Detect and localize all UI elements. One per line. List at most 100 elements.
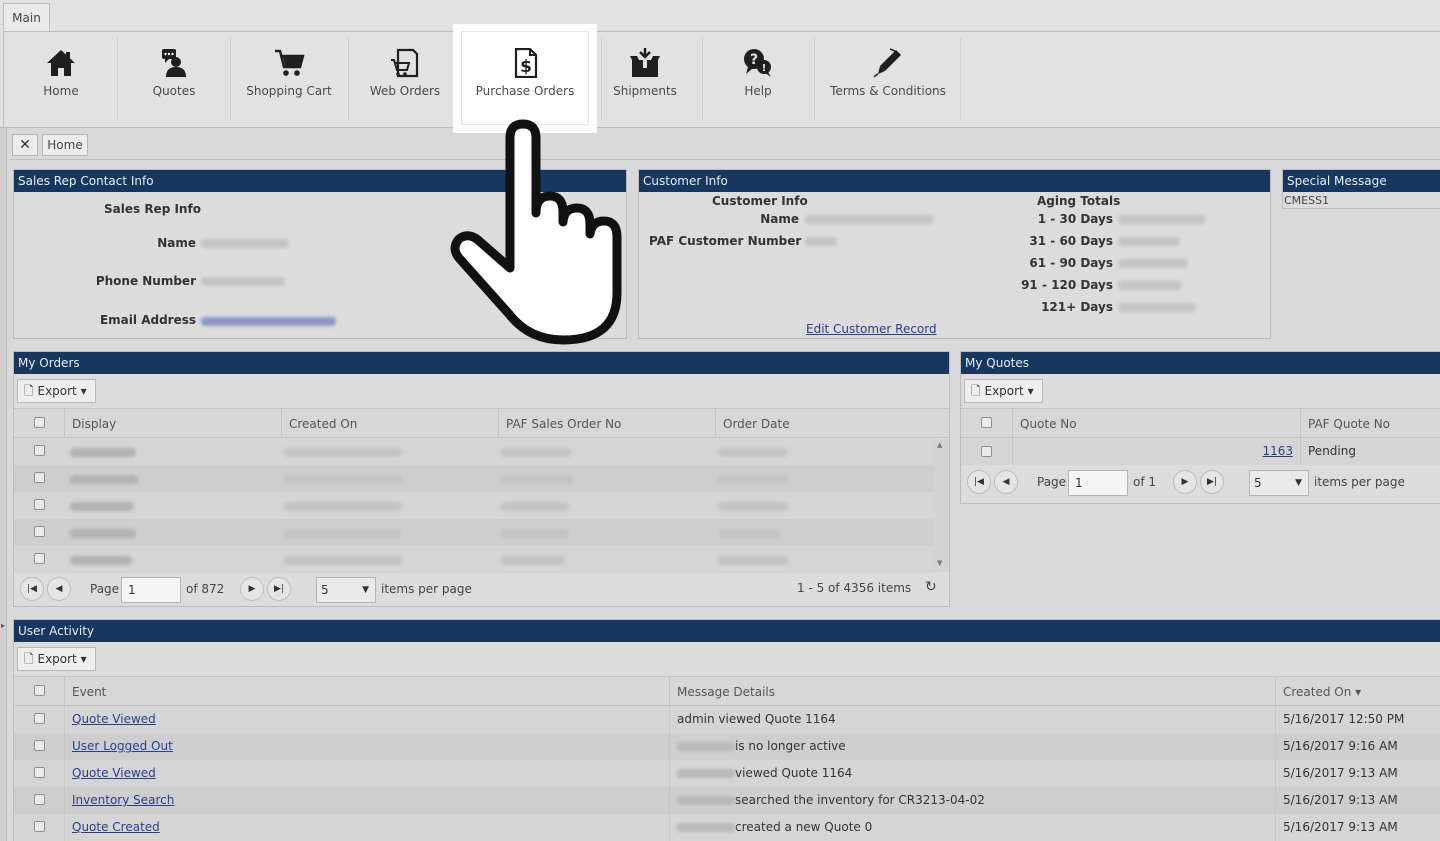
activity-event-link[interactable]: Quote Created xyxy=(72,820,160,834)
sales-rep-heading: Sales Rep Info xyxy=(104,202,201,216)
activity-select-all-checkbox[interactable] xyxy=(34,685,45,696)
customer-name-value xyxy=(805,215,933,224)
quotes-prev-page-button[interactable]: ◀ xyxy=(994,470,1018,494)
ribbon-divider xyxy=(230,38,231,120)
order-display-cell[interactable] xyxy=(70,556,132,565)
row-checkbox[interactable] xyxy=(34,713,45,724)
orders-first-page-button[interactable]: |◀ xyxy=(20,577,44,601)
ribbon-help-button[interactable]: ? ! Help xyxy=(716,36,800,120)
scroll-down-icon[interactable]: ▼ xyxy=(937,559,942,567)
table-row[interactable]: Quote Created created a new Quote 0 5/16/2… xyxy=(14,814,1440,841)
orders-col-paf-sales-order[interactable]: PAF Sales Order No xyxy=(498,409,715,437)
close-tab-button[interactable]: ✕ xyxy=(12,134,38,156)
activity-export-label: Export xyxy=(37,652,77,666)
ribbon-web-orders-button[interactable]: Web Orders xyxy=(360,36,450,120)
row-checkbox[interactable] xyxy=(34,472,45,483)
orders-select-all-checkbox[interactable] xyxy=(34,417,45,428)
row-checkbox[interactable] xyxy=(34,445,45,456)
table-row[interactable]: Inventory Search searched the inventory f… xyxy=(14,787,1440,814)
activity-col-created-on[interactable]: Created On ▾ xyxy=(1275,677,1440,705)
quotes-last-page-button[interactable]: ▶| xyxy=(1200,470,1224,494)
orders-col-created-on[interactable]: Created On xyxy=(281,409,498,437)
row-checkbox[interactable] xyxy=(34,553,45,564)
quotes-first-page-button[interactable]: |◀ xyxy=(967,470,991,494)
ribbon-shopping-cart-button[interactable]: Shopping Cart xyxy=(243,36,335,120)
sales-rep-email-link[interactable] xyxy=(201,317,336,326)
ribbon-purchase-orders-button[interactable]: $ Purchase Orders xyxy=(470,36,580,120)
orders-next-page-button[interactable]: ▶ xyxy=(240,577,264,601)
orders-col-order-date[interactable]: Order Date xyxy=(715,409,932,437)
special-message-text: CMESS1 xyxy=(1284,194,1330,207)
order-display-cell[interactable] xyxy=(70,502,134,511)
breadcrumb-home[interactable]: Home xyxy=(42,134,88,156)
user-activity-title: User Activity xyxy=(14,620,1440,642)
order-date-cell xyxy=(718,556,788,565)
scroll-up-icon[interactable]: ▲ xyxy=(937,441,942,449)
order-display-cell[interactable] xyxy=(70,448,136,457)
activity-col-message[interactable]: Message Details xyxy=(669,677,1275,705)
quotes-page-input[interactable]: 1 xyxy=(1068,470,1128,496)
order-display-cell[interactable] xyxy=(70,475,138,484)
quotes-col-paf-quote-no[interactable]: PAF Quote No xyxy=(1300,409,1440,437)
table-row[interactable]: 1163 Pending xyxy=(961,438,1440,465)
row-checkbox[interactable] xyxy=(34,526,45,537)
tab-main[interactable]: Main xyxy=(3,3,50,31)
table-row[interactable] xyxy=(14,492,933,519)
row-checkbox[interactable] xyxy=(981,446,992,457)
order-display-cell[interactable] xyxy=(70,529,136,538)
quotes-col-quote-no[interactable]: Quote No xyxy=(1012,409,1300,437)
activity-event-link[interactable]: Quote Viewed xyxy=(72,766,156,780)
ribbon-quotes-button[interactable]: Quotes xyxy=(130,36,218,120)
redacted-user xyxy=(677,769,735,778)
activity-event-link[interactable]: Inventory Search xyxy=(72,793,174,807)
pointing-hand-cursor-icon xyxy=(450,119,622,345)
row-checkbox[interactable] xyxy=(34,499,45,510)
orders-scrollbar[interactable]: ▲ ▼ xyxy=(933,439,949,572)
orders-prev-page-button[interactable]: ◀ xyxy=(47,577,71,601)
quotes-export-button[interactable]: 🗋 Export ▾ xyxy=(964,379,1043,403)
table-row[interactable]: Quote Viewed admin viewed Quote 1164 5/16/… xyxy=(14,706,1440,733)
table-row[interactable] xyxy=(14,465,933,492)
quote-number-cell: 1163 xyxy=(1012,438,1300,465)
customer-name-label: Name xyxy=(760,212,799,226)
table-row[interactable] xyxy=(14,519,933,546)
home-icon xyxy=(47,50,75,76)
orders-page-input[interactable]: 1 xyxy=(121,577,181,603)
orders-col-display[interactable]: Display xyxy=(64,409,281,437)
ribbon-quotes-label: Quotes xyxy=(152,84,196,98)
row-checkbox[interactable] xyxy=(34,767,45,778)
table-row[interactable] xyxy=(14,438,933,465)
edit-customer-record-link[interactable]: Edit Customer Record xyxy=(806,322,937,336)
ribbon-terms-button[interactable]: Terms & Conditions xyxy=(826,36,950,120)
orders-items-per-page-label: items per page xyxy=(381,582,472,596)
table-row[interactable]: Quote Viewed viewed Quote 1164 5/16/2017 9… xyxy=(14,760,1440,787)
quotes-page-size-select[interactable]: 5 ▼ xyxy=(1249,470,1309,496)
orders-page-size-select[interactable]: 5 ▼ xyxy=(316,577,376,603)
orders-export-button[interactable]: 🗋 Export ▾ xyxy=(17,379,96,403)
refresh-icon[interactable]: ↻ xyxy=(925,575,937,599)
aging-61-90-label: 61 - 90 Days xyxy=(1029,256,1113,270)
activity-event-link[interactable]: Quote Viewed xyxy=(72,712,156,726)
shipments-icon xyxy=(630,48,660,77)
table-row[interactable]: User Logged Out is no longer active 5/16/2… xyxy=(14,733,1440,760)
table-row[interactable] xyxy=(14,546,933,573)
activity-message-text: viewed Quote 1164 xyxy=(735,766,853,780)
activity-created-cell: 5/16/2017 9:13 AM xyxy=(1275,814,1440,841)
quotes-next-page-button[interactable]: ▶ xyxy=(1173,470,1197,494)
row-checkbox[interactable] xyxy=(34,821,45,832)
ribbon-terms-label: Terms & Conditions xyxy=(830,84,946,98)
quotes-select-all-checkbox[interactable] xyxy=(981,417,992,428)
activity-export-button[interactable]: 🗋 Export ▾ xyxy=(17,647,96,671)
activity-col-event[interactable]: Event xyxy=(64,677,669,705)
ribbon-home-button[interactable]: Home xyxy=(18,36,104,120)
side-collapse-strip[interactable]: ▸ xyxy=(0,128,7,841)
activity-event-cell: Quote Created xyxy=(64,814,669,841)
ribbon-shipments-button[interactable]: Shipments xyxy=(604,36,686,120)
row-checkbox[interactable] xyxy=(34,740,45,751)
quote-number-link[interactable]: 1163 xyxy=(1262,444,1293,458)
aging-61-90-value xyxy=(1118,259,1188,268)
activity-event-link[interactable]: User Logged Out xyxy=(72,739,173,753)
orders-last-page-button[interactable]: ▶| xyxy=(267,577,291,601)
ribbon-purchase-orders-label: Purchase Orders xyxy=(475,84,575,98)
row-checkbox[interactable] xyxy=(34,794,45,805)
